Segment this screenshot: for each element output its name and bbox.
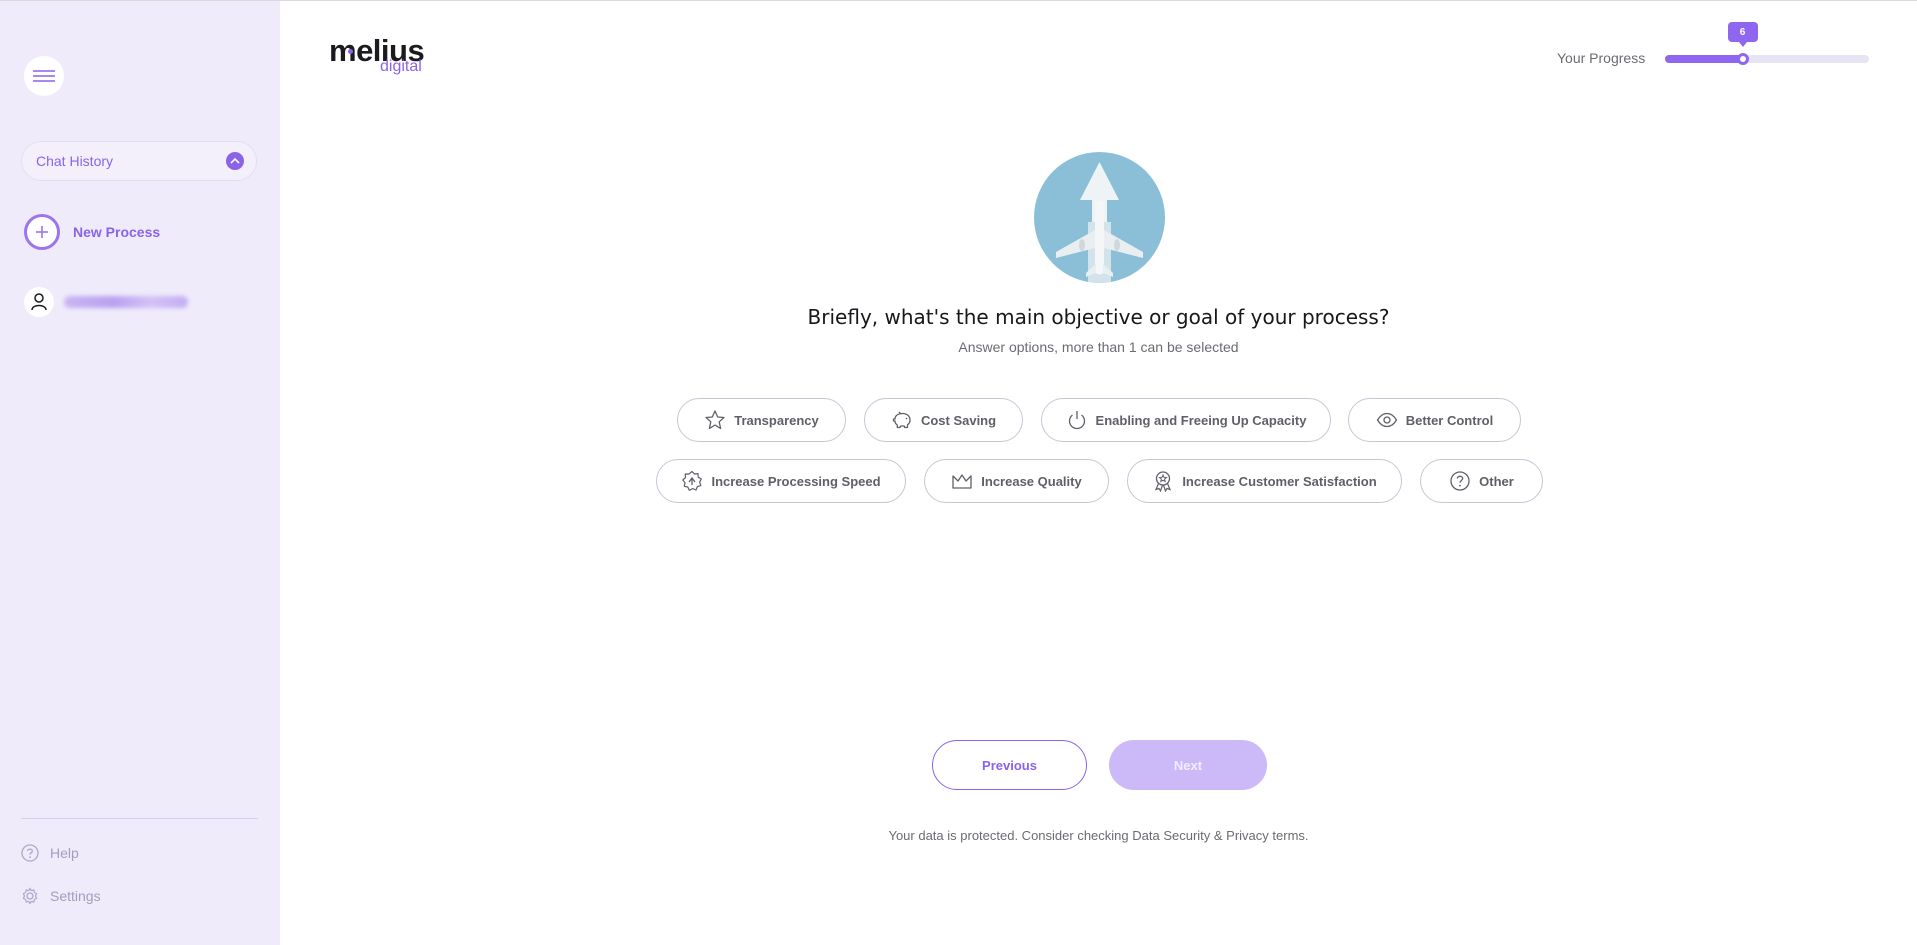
crown-icon (951, 470, 973, 492)
app-window: Chat History New Process Help Settings m… (0, 0, 1917, 945)
sidebar-divider (21, 818, 258, 819)
option-label: Better Control (1405, 412, 1494, 428)
option-label: Increase Quality (981, 473, 1082, 489)
option-better-control[interactable]: Better Control (1348, 398, 1521, 442)
progress-fill (1665, 55, 1743, 63)
option-label: Other (1479, 473, 1514, 489)
option-label: Enabling and Freeing Up Capacity (1095, 412, 1307, 428)
user-icon (24, 287, 54, 317)
next-button[interactable]: Next (1109, 740, 1267, 790)
option-processing-speed[interactable]: Increase Processing Speed (656, 459, 906, 503)
progress-value-badge: 6 (1727, 22, 1758, 47)
progress-thumb[interactable] (1736, 53, 1749, 65)
plus-icon (24, 214, 60, 250)
award-icon (1152, 470, 1174, 492)
option-label: Transparency (734, 412, 819, 428)
hamburger-menu-button[interactable] (24, 56, 64, 96)
question-title: Briefly, what's the main objective or go… (807, 305, 1390, 329)
settings-link[interactable]: Settings (21, 887, 101, 905)
data-protection-note: Your data is protected. Consider checkin… (888, 828, 1309, 843)
option-increase-quality[interactable]: Increase Quality (924, 459, 1109, 503)
help-icon (21, 844, 39, 862)
blurred-username (64, 296, 188, 308)
eye-icon (1376, 409, 1398, 431)
option-transparency[interactable]: Transparency (677, 398, 846, 442)
melius-digital-logo: melius digital (329, 33, 439, 81)
option-cost-saving[interactable]: Cost Saving (864, 398, 1023, 442)
star-icon (704, 409, 726, 431)
power-icon (1066, 409, 1088, 431)
piggy-bank-icon (891, 409, 913, 431)
logo-dot (348, 49, 353, 54)
help-label: Help (50, 845, 79, 861)
option-customer-satisfaction[interactable]: Increase Customer Satisfaction (1127, 459, 1402, 503)
new-process-button[interactable]: New Process (24, 214, 160, 250)
logo-secondary-text: digital (380, 58, 422, 75)
hamburger-icon (33, 70, 55, 82)
user-account[interactable] (24, 287, 188, 317)
option-other[interactable]: Other (1420, 459, 1543, 503)
option-enabling-capacity[interactable]: Enabling and Freeing Up Capacity (1041, 398, 1331, 442)
previous-button[interactable]: Previous (932, 740, 1087, 790)
question-hint: Answer options, more than 1 can be selec… (958, 339, 1239, 355)
progress-label: Your Progress (1557, 50, 1646, 66)
progress-value: 6 (1739, 26, 1746, 38)
option-label: Increase Processing Speed (711, 473, 881, 489)
sidebar: Chat History New Process Help Settings (0, 1, 280, 945)
chat-history-label: Chat History (36, 153, 114, 169)
chevron-up-icon (226, 152, 244, 170)
airplane-illustration (1034, 152, 1165, 283)
option-label: Cost Saving (920, 412, 997, 428)
gear-icon (22, 887, 38, 905)
settings-label: Settings (50, 888, 101, 904)
option-label: Increase Customer Satisfaction (1182, 473, 1377, 489)
question-icon (1449, 470, 1471, 492)
new-process-label: New Process (73, 224, 161, 240)
progress-bar: 6 (1665, 22, 1869, 65)
help-link[interactable]: Help (21, 844, 79, 862)
speed-badge-icon (681, 470, 703, 492)
chat-history-toggle[interactable]: Chat History (21, 141, 257, 181)
